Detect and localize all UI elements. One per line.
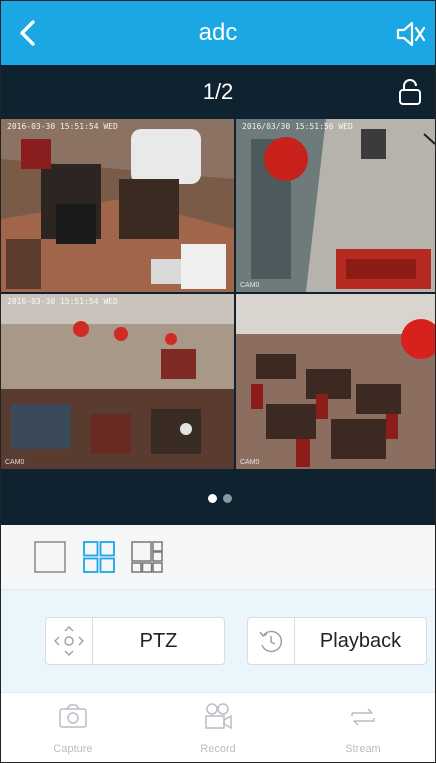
record-tab[interactable]: Record <box>146 693 290 762</box>
speaker-mute-icon[interactable] <box>393 17 427 51</box>
ptz-button[interactable]: PTZ <box>45 617 225 665</box>
record-label: Record <box>200 743 236 755</box>
ptz-label: PTZ <box>139 630 178 652</box>
camera-feed-3[interactable]: 2016-03-30 15:51:54 WED CAM0 <box>1 294 234 469</box>
page-indicator-bar: 1/2 <box>1 65 435 119</box>
multi-layout-icon[interactable] <box>131 541 163 573</box>
ptz-direction-icon <box>54 618 93 664</box>
camera-tag: CAM0 <box>240 282 260 289</box>
swap-arrows-icon <box>351 708 375 726</box>
camera-timestamp: 2016-03-30 15:51:54 WED <box>7 297 118 306</box>
app-frame: adc 1/2 2016-03-30 15:51:54 WED 2016/03/… <box>0 0 436 763</box>
camera-2-view <box>236 119 435 292</box>
capture-label: Capture <box>53 743 93 755</box>
playback-label: Playback <box>319 630 402 652</box>
camera-feed-2[interactable]: 2016/03/30 15:51:56 WED CAM0 <box>236 119 435 292</box>
stream-tab[interactable]: Stream <box>291 693 435 762</box>
camera-timestamp: 2016-03-30 15:51:54 WED <box>7 122 118 131</box>
camera-4-view <box>236 294 435 469</box>
single-layout-icon[interactable] <box>34 541 66 573</box>
controls-panel: PTZ Playback <box>1 590 435 692</box>
video-camera-icon <box>205 703 232 730</box>
camera-3-view <box>1 294 234 469</box>
camera-icon <box>59 704 87 728</box>
page-dots-bar <box>1 471 435 525</box>
layout-selector <box>1 525 435 590</box>
camera-tag: CAM0 <box>5 459 25 466</box>
camera-grid: 2016-03-30 15:51:54 WED 2016/03/30 15:51… <box>1 119 435 471</box>
page-title: adc <box>198 19 238 46</box>
camera-feed-1[interactable]: 2016-03-30 15:51:54 WED <box>1 119 234 292</box>
stream-label: Stream <box>345 743 381 755</box>
page-dot-active[interactable] <box>208 494 217 503</box>
camera-feed-4[interactable]: CAM0 <box>236 294 435 469</box>
camera-tag: CAM0 <box>240 459 260 466</box>
lock-icon[interactable] <box>397 77 423 107</box>
bottom-tab-bar: Capture Record Stream <box>1 692 435 762</box>
camera-1-view <box>1 119 234 292</box>
quad-layout-icon[interactable] <box>83 541 115 573</box>
header-bar: adc <box>1 1 435 65</box>
page-indicator: 1/2 <box>202 79 234 104</box>
history-clock-icon <box>259 618 295 664</box>
capture-tab[interactable]: Capture <box>1 693 145 762</box>
page-dot[interactable] <box>223 494 232 503</box>
camera-timestamp: 2016/03/30 15:51:56 WED <box>242 122 353 131</box>
playback-button[interactable]: Playback <box>247 617 427 665</box>
